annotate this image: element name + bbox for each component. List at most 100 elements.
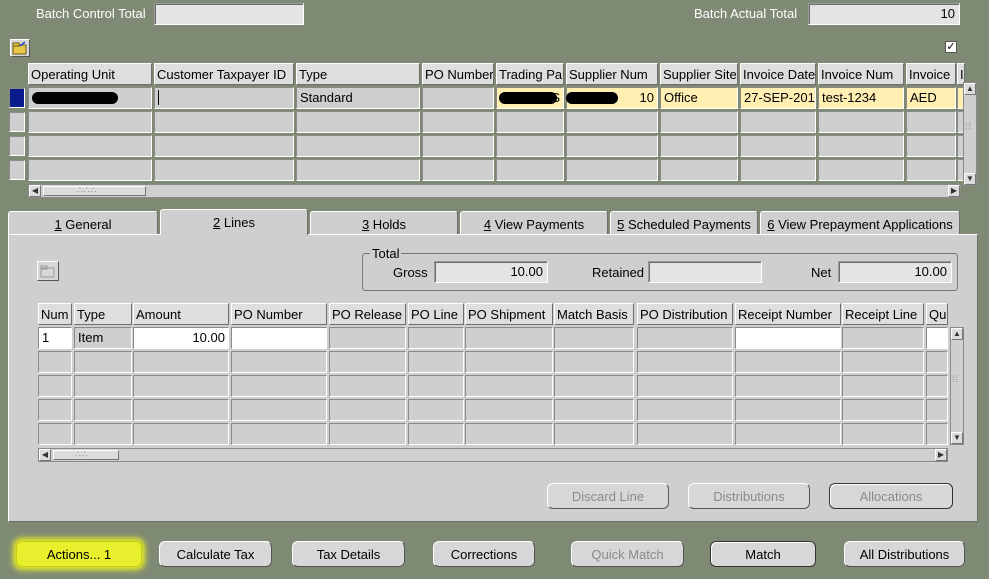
empty-cell[interactable]	[818, 135, 904, 157]
empty-cell[interactable]	[566, 135, 658, 157]
empty-cell[interactable]	[465, 423, 553, 445]
empty-cell[interactable]	[296, 135, 420, 157]
empty-cell[interactable]	[408, 423, 464, 445]
empty-cell[interactable]	[740, 135, 816, 157]
checkbox-icon[interactable]: ✓	[945, 41, 957, 53]
empty-cell[interactable]	[38, 399, 72, 421]
empty-cell[interactable]	[740, 111, 816, 133]
cell-po-line[interactable]	[408, 327, 464, 349]
tab-view-prepayment-applications[interactable]: 6 View Prepayment Applications	[760, 211, 960, 235]
empty-cell[interactable]	[842, 423, 924, 445]
empty-cell[interactable]	[465, 351, 553, 373]
empty-cell[interactable]	[28, 111, 152, 133]
empty-cell[interactable]	[554, 423, 634, 445]
empty-cell[interactable]	[637, 351, 733, 373]
empty-cell[interactable]	[660, 159, 738, 181]
row-selector[interactable]	[9, 112, 25, 132]
scroll-up-icon[interactable]: ▲	[964, 83, 976, 95]
empty-cell[interactable]	[926, 423, 948, 445]
empty-cell[interactable]	[554, 351, 634, 373]
empty-cell[interactable]	[408, 351, 464, 373]
empty-cell[interactable]	[422, 135, 494, 157]
gross-field[interactable]: 10.00	[434, 261, 548, 283]
net-field[interactable]: 10.00	[838, 261, 952, 283]
cell-match-basis[interactable]	[554, 327, 634, 349]
calculate-tax-button[interactable]: Calculate Tax	[159, 541, 272, 567]
empty-cell[interactable]	[329, 351, 406, 373]
empty-cell[interactable]	[740, 159, 816, 181]
empty-cell[interactable]	[842, 351, 924, 373]
tab-scheduled-payments[interactable]: 5 Scheduled Payments	[610, 211, 758, 235]
empty-cell[interactable]	[38, 423, 72, 445]
all-distributions-button[interactable]: All Distributions	[844, 541, 965, 567]
row-selector[interactable]	[9, 160, 25, 180]
empty-cell[interactable]	[296, 159, 420, 181]
empty-cell[interactable]	[133, 423, 229, 445]
empty-cell[interactable]	[408, 399, 464, 421]
row-selector[interactable]	[9, 88, 25, 108]
empty-cell[interactable]	[231, 423, 327, 445]
cell-po-shipment[interactable]	[465, 327, 553, 349]
empty-cell[interactable]	[906, 111, 956, 133]
empty-cell[interactable]	[74, 423, 132, 445]
empty-cell[interactable]	[38, 351, 72, 373]
scroll-down-icon[interactable]: ▼	[964, 173, 976, 185]
empty-cell[interactable]	[566, 159, 658, 181]
empty-cell[interactable]	[28, 135, 152, 157]
tab-holds[interactable]: 3 Holds	[310, 211, 458, 235]
empty-cell[interactable]	[660, 135, 738, 157]
empty-cell[interactable]	[926, 351, 948, 373]
cell-type[interactable]: Standard	[296, 87, 420, 109]
empty-cell[interactable]	[735, 351, 841, 373]
lines-grid-vscroll[interactable]: ▲ ⁞⁞ ▼	[950, 327, 964, 445]
empty-cell[interactable]	[231, 375, 327, 397]
empty-cell[interactable]	[906, 135, 956, 157]
empty-cell[interactable]	[496, 111, 564, 133]
empty-cell[interactable]	[637, 423, 733, 445]
cell-invoice-date[interactable]: 27-SEP-2019	[740, 87, 816, 109]
scroll-right-icon[interactable]: ▶	[948, 185, 960, 197]
discard-line-button[interactable]: Discard Line	[547, 483, 669, 509]
retained-field[interactable]	[648, 261, 762, 283]
empty-cell[interactable]	[842, 399, 924, 421]
actions-button[interactable]: Actions... 1	[16, 541, 142, 567]
quick-match-button[interactable]: Quick Match	[571, 541, 684, 567]
cell-po-number[interactable]	[422, 87, 494, 109]
empty-cell[interactable]	[154, 135, 294, 157]
empty-cell[interactable]	[926, 399, 948, 421]
cell-line-po-number[interactable]	[231, 327, 327, 349]
folder-icon[interactable]	[10, 39, 30, 57]
allocations-button[interactable]: Allocations	[829, 483, 953, 509]
empty-cell[interactable]	[408, 375, 464, 397]
empty-cell[interactable]	[660, 111, 738, 133]
cell-po-release[interactable]	[329, 327, 406, 349]
lines-grid-hscroll[interactable]: ◀ ∴∴ ▶	[38, 448, 948, 462]
tab-general[interactable]: 1 General	[8, 211, 158, 235]
cell-line-amount[interactable]: 10.00	[133, 327, 229, 349]
empty-cell[interactable]	[422, 159, 494, 181]
empty-cell[interactable]	[296, 111, 420, 133]
match-button[interactable]: Match	[710, 541, 816, 567]
empty-cell[interactable]	[926, 375, 948, 397]
empty-cell[interactable]	[38, 375, 72, 397]
empty-cell[interactable]	[154, 159, 294, 181]
tab-view-payments[interactable]: 4 View Payments	[460, 211, 608, 235]
distributions-button[interactable]: Distributions	[688, 483, 810, 509]
empty-cell[interactable]	[422, 111, 494, 133]
cell-line-type[interactable]: Item	[74, 327, 132, 349]
empty-cell[interactable]	[133, 399, 229, 421]
empty-cell[interactable]	[465, 399, 553, 421]
empty-cell[interactable]	[735, 423, 841, 445]
empty-cell[interactable]	[133, 351, 229, 373]
empty-cell[interactable]	[231, 351, 327, 373]
cell-line-num[interactable]: 1	[38, 327, 72, 349]
empty-cell[interactable]	[74, 375, 132, 397]
empty-cell[interactable]	[637, 399, 733, 421]
cell-receipt-line[interactable]	[842, 327, 924, 349]
cell-receipt-number[interactable]	[735, 327, 841, 349]
empty-cell[interactable]	[133, 375, 229, 397]
empty-cell[interactable]	[735, 399, 841, 421]
empty-cell[interactable]	[566, 111, 658, 133]
scroll-down-icon[interactable]: ▼	[951, 432, 963, 444]
empty-cell[interactable]	[74, 399, 132, 421]
